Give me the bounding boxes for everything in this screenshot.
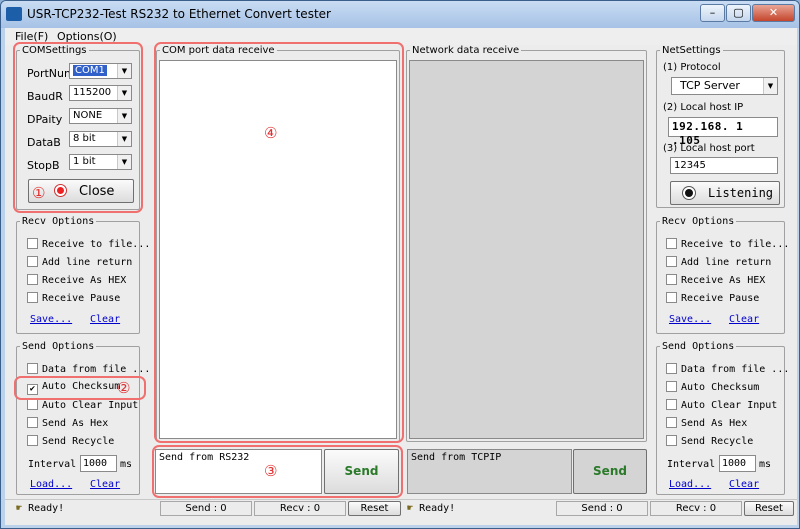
right-load-link[interactable]: Load... (669, 479, 711, 490)
listening-label: Listening (708, 186, 774, 200)
left-send-clear-link[interactable]: Clear (90, 479, 120, 490)
window-title: USR-TCP232-Test RS232 to Ethernet Conver… (27, 7, 331, 21)
title-bar: USR-TCP232-Test RS232 to Ethernet Conver… (1, 1, 799, 28)
local-ip-input[interactable]: 192.168. 1 .105 (668, 117, 778, 147)
left-reset-button[interactable]: Reset (348, 501, 401, 516)
left-data-from-file-checkbox[interactable]: Data from file ... (27, 363, 150, 375)
left-recv-clear-link[interactable]: Clear (90, 314, 120, 325)
right-interval-input[interactable]: 1000 (719, 455, 756, 472)
app-icon (6, 7, 22, 21)
net-receive-area[interactable] (409, 60, 644, 439)
hand-icon: ☛ (16, 503, 23, 514)
listening-button[interactable]: Listening (670, 181, 780, 205)
right-recv-count: Recv : 0 (650, 501, 742, 516)
right-add-line-return-checkbox[interactable]: Add line return (666, 256, 771, 268)
chevron-down-icon: ▼ (763, 78, 777, 94)
close-window-button[interactable]: ✕ (752, 4, 795, 22)
left-send-count: Send : 0 (160, 501, 252, 516)
client-area: COMSettings PortNum COM1 ▼ BaudR 115200 ▼ … (5, 42, 797, 525)
left-interval-input[interactable]: 1000 (80, 455, 117, 472)
left-receive-hex-checkbox[interactable]: Receive As HEX (27, 274, 126, 286)
right-interval-label: Interval (667, 459, 716, 470)
status-led-icon (683, 187, 695, 199)
left-save-link[interactable]: Save... (30, 314, 72, 325)
right-send-hex-checkbox[interactable]: Send As Hex (666, 417, 747, 429)
net-settings-legend: NetSettings (662, 45, 721, 56)
status-divider (5, 499, 797, 500)
left-recv-count: Recv : 0 (254, 501, 346, 516)
local-port-label: (3) Local host port (663, 143, 755, 154)
right-send-clear-link[interactable]: Clear (729, 479, 759, 490)
left-send-hex-checkbox[interactable]: Send As Hex (27, 417, 108, 429)
left-interval-unit: ms (120, 459, 133, 470)
right-status-ready: ☛ Ready! (407, 503, 456, 514)
right-save-link[interactable]: Save... (669, 314, 711, 325)
right-receive-hex-checkbox[interactable]: Receive As HEX (666, 274, 765, 286)
annotation-number-3: ③ (264, 462, 278, 480)
left-receive-pause-checkbox[interactable]: Receive Pause (27, 292, 120, 304)
local-port-input[interactable]: 12345 (670, 157, 778, 174)
app-window: USR-TCP232-Test RS232 to Ethernet Conver… (0, 0, 800, 529)
hand-icon: ☛ (407, 503, 414, 514)
right-recv-legend: Recv Options (662, 216, 735, 227)
right-reset-button[interactable]: Reset (744, 501, 794, 516)
net-receive-legend: Network data receive (412, 45, 520, 56)
left-load-link[interactable]: Load... (30, 479, 72, 490)
annotation-number-4: ④ (264, 124, 278, 142)
right-recv-to-file-checkbox[interactable]: Receive to file... (666, 238, 789, 250)
right-auto-clear-checkbox[interactable]: Auto Clear Input (666, 399, 777, 411)
annotation-box-3 (152, 445, 403, 498)
annotation-number-2: ② (117, 379, 131, 397)
right-auto-checksum-checkbox[interactable]: Auto Checksum (666, 381, 759, 393)
right-send-legend: Send Options (662, 341, 735, 352)
left-auto-clear-checkbox[interactable]: Auto Clear Input (27, 399, 138, 411)
right-send-count: Send : 0 (556, 501, 648, 516)
left-add-line-return-checkbox[interactable]: Add line return (27, 256, 132, 268)
minimize-button[interactable]: – (700, 4, 725, 22)
maximize-button[interactable]: ▢ (726, 4, 751, 22)
protocol-select[interactable]: TCP Server ▼ (671, 77, 778, 95)
left-send-legend: Send Options (22, 341, 95, 352)
left-recv-to-file-checkbox[interactable]: Receive to file... (27, 238, 150, 250)
left-recv-legend: Recv Options (22, 216, 95, 227)
protocol-label: (1) Protocol (663, 62, 721, 73)
right-recv-clear-link[interactable]: Clear (729, 314, 759, 325)
annotation-box-4 (154, 42, 404, 443)
right-receive-pause-checkbox[interactable]: Receive Pause (666, 292, 759, 304)
net-send-input[interactable]: Send from TCPIP (407, 449, 572, 494)
right-data-from-file-checkbox[interactable]: Data from file ... (666, 363, 789, 375)
right-send-recycle-checkbox[interactable]: Send Recycle (666, 435, 753, 447)
left-status-ready: ☛ Ready! (16, 503, 65, 514)
net-send-button[interactable]: Send (573, 449, 647, 494)
left-interval-label: Interval (28, 459, 77, 470)
left-send-recycle-checkbox[interactable]: Send Recycle (27, 435, 114, 447)
annotation-number-1: ① (32, 184, 46, 202)
local-ip-label: (2) Local host IP (663, 102, 744, 113)
right-interval-unit: ms (759, 459, 772, 470)
